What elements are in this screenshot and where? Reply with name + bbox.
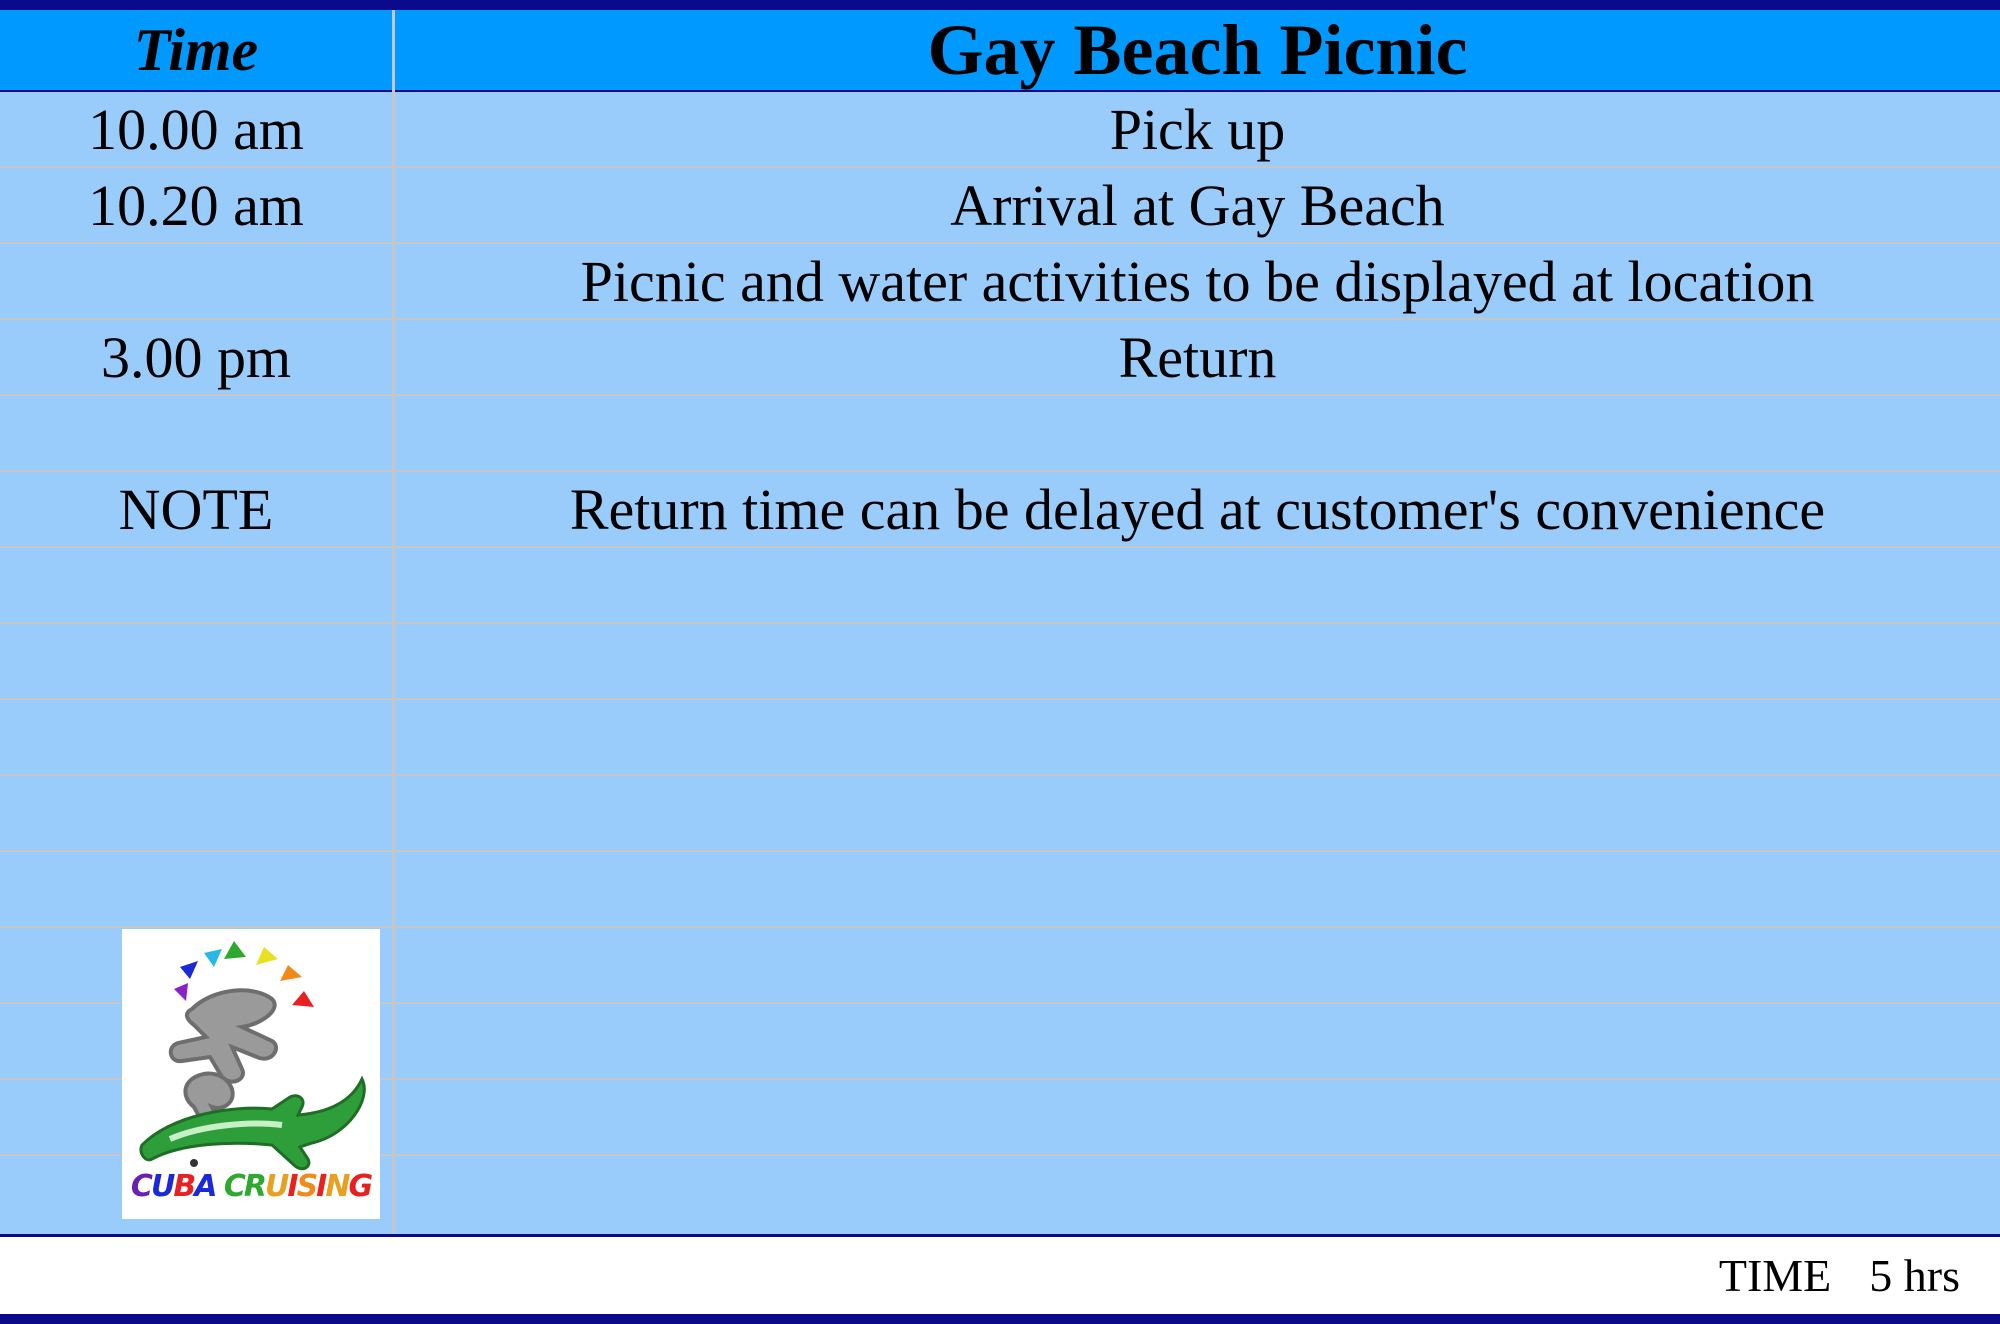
schedule-row: Picnic and water activities to be displa…: [0, 244, 2000, 320]
row-time: 10.00 am: [88, 96, 304, 162]
row-activity: Picnic and water activities to be displa…: [580, 248, 1815, 314]
logo-letter: U: [150, 1169, 175, 1204]
schedule-row: 10.20 am Arrival at Gay Beach: [0, 168, 2000, 244]
footer-row: TIME 5 hrs: [0, 1234, 2000, 1314]
logo-letter: [215, 1169, 223, 1204]
schedule-row: [0, 700, 2000, 776]
logo-letter: C: [130, 1169, 153, 1204]
row-activity: [395, 852, 2000, 926]
row-time: [0, 700, 392, 774]
row-activity: Return: [1118, 324, 1277, 390]
row-activity: [395, 700, 2000, 774]
row-time: [0, 396, 392, 470]
column-divider: [392, 10, 395, 1314]
row-activity: [395, 548, 2000, 622]
schedule-row: [0, 776, 2000, 852]
row-activity: [395, 396, 2000, 470]
row-time: 10.20 am: [88, 172, 304, 238]
row-activity: Arrival at Gay Beach: [950, 172, 1445, 238]
row-time: 3.00 pm: [100, 324, 292, 390]
logo-letter: U: [265, 1169, 289, 1204]
row-time: [0, 776, 392, 850]
row-activity: [395, 624, 2000, 698]
cuba-cruising-logo: CUBA CRUISING: [122, 929, 380, 1219]
logo-letter: C: [223, 1169, 246, 1204]
schedule-row: 3.00 pm Return: [0, 320, 2000, 396]
logo-letter: G: [348, 1169, 373, 1204]
row-time: [0, 624, 392, 698]
schedule-row: [0, 548, 2000, 624]
logo-letter: N: [325, 1169, 350, 1204]
row-activity: [395, 928, 2000, 1002]
total-time-label: TIME: [1718, 1250, 1832, 1301]
time-column-header: Time: [133, 16, 259, 83]
note-label: NOTE: [118, 476, 274, 542]
row-time: [0, 548, 392, 622]
header-row: Time Gay Beach Picnic: [0, 10, 2000, 92]
logo-letter: S: [296, 1169, 319, 1204]
logo-letter: B: [173, 1169, 196, 1204]
row-activity: [395, 1080, 2000, 1154]
row-time: [0, 244, 392, 318]
total-time-value: 5 hrs: [1869, 1250, 1960, 1301]
note-text: Return time can be delayed at customer's…: [569, 476, 1826, 542]
schedule-row: [0, 624, 2000, 700]
schedule-row: [0, 396, 2000, 472]
row-activity: [395, 1004, 2000, 1078]
row-activity: Pick up: [1109, 96, 1286, 162]
page-title: Gay Beach Picnic: [927, 9, 1468, 90]
logo-text: CUBA CRUISING: [122, 1169, 380, 1204]
row-activity: [395, 776, 2000, 850]
logo-letter: R: [243, 1169, 267, 1204]
itinerary-sheet: Time Gay Beach Picnic 10.00 am Pick up 1…: [0, 0, 2000, 1324]
total-time: TIME 5 hrs: [1719, 1237, 1960, 1314]
logo-letter: I: [316, 1169, 327, 1204]
note-row: NOTE Return time can be delayed at custo…: [0, 472, 2000, 548]
bottom-border: [0, 1314, 2000, 1324]
row-activity: [395, 1156, 2000, 1230]
schedule-row: [0, 852, 2000, 928]
row-time: [0, 852, 392, 926]
logo-letter: A: [194, 1169, 217, 1204]
schedule-row: 10.00 am Pick up: [0, 92, 2000, 168]
logo-letter: I: [287, 1169, 298, 1204]
